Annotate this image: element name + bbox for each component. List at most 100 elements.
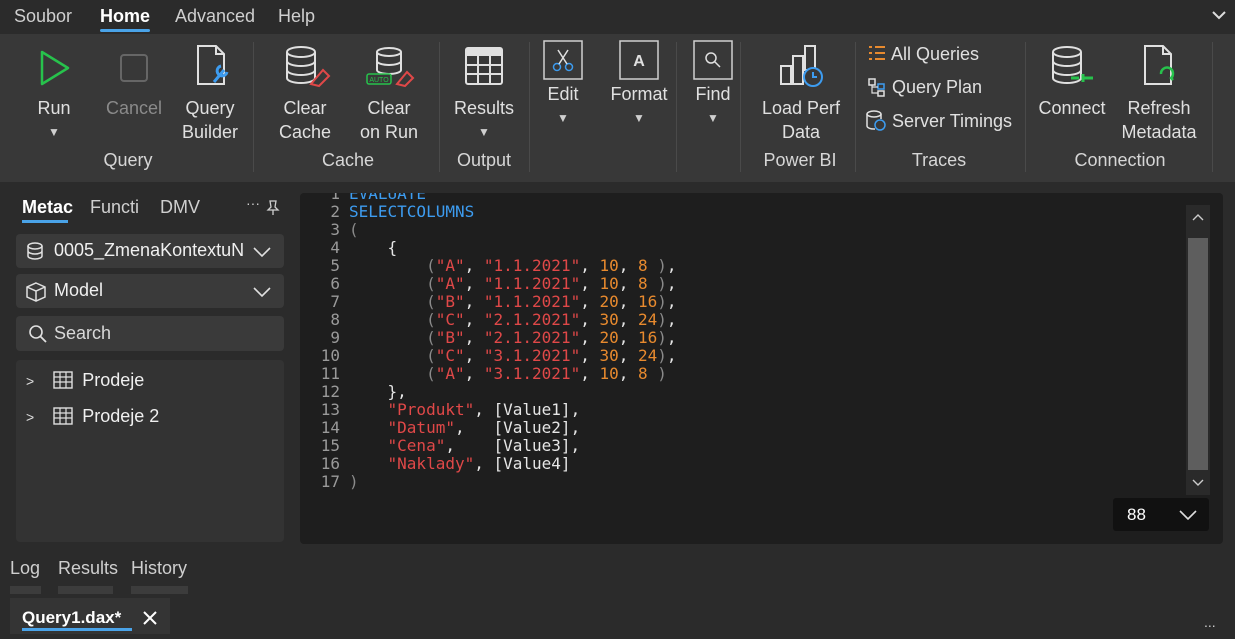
model-name: Model bbox=[54, 280, 104, 300]
database-icon bbox=[27, 242, 43, 260]
close-icon[interactable] bbox=[143, 611, 157, 625]
query-plan-button[interactable]: Query Plan bbox=[867, 77, 982, 98]
tab-indicator bbox=[131, 586, 188, 594]
query-plan-label: Query Plan bbox=[892, 77, 983, 97]
run-dropdown-icon[interactable]: ▼ bbox=[26, 120, 82, 144]
tab-indicator bbox=[58, 586, 113, 594]
code-line[interactable]: SELECTCOLUMNS bbox=[349, 203, 474, 221]
vertical-scrollbar[interactable] bbox=[1186, 205, 1210, 495]
code-line[interactable]: ("C", "3.1.2021", 30, 24), bbox=[349, 347, 676, 365]
code-line[interactable]: ("B", "2.1.2021", 20, 16), bbox=[349, 329, 676, 347]
model-dropdown[interactable]: Model bbox=[16, 274, 284, 308]
refresh-metadata-icon bbox=[1144, 45, 1175, 85]
results-label: Results bbox=[453, 98, 515, 118]
more-icon[interactable]: ... bbox=[1204, 614, 1216, 630]
zoom-dropdown[interactable]: 88 bbox=[1113, 498, 1209, 531]
menu-soubor[interactable]: Soubor bbox=[14, 6, 72, 27]
tab-metadata[interactable]: Metac bbox=[22, 197, 73, 218]
search-box[interactable]: Search bbox=[16, 316, 284, 351]
pin-icon[interactable] bbox=[266, 200, 280, 216]
menu-help[interactable]: Help bbox=[278, 6, 315, 27]
clear-cache-button[interactable]: Clear Cache bbox=[272, 44, 338, 144]
format-label: Format bbox=[610, 84, 668, 104]
chevron-down-icon bbox=[253, 247, 271, 258]
tab-history[interactable]: History bbox=[131, 558, 187, 579]
code-line[interactable]: ("C", "2.1.2021", 30, 24), bbox=[349, 311, 676, 329]
code-line[interactable]: ("A", "3.1.2021", 10, 8 ) bbox=[349, 365, 667, 383]
query-editor[interactable]: 1 EVALUATE 2 SELECTCOLUMNS 3(4 {5 ("A", "1.1… bbox=[300, 193, 1223, 544]
run-button[interactable]: Run ▼ bbox=[26, 44, 82, 144]
code-line[interactable]: "Datum", [Value2], bbox=[349, 419, 581, 437]
active-document-indicator bbox=[22, 628, 132, 631]
query-builder-button[interactable]: Query Builder bbox=[178, 44, 242, 144]
cancel-button[interactable]: Cancel bbox=[104, 44, 164, 120]
code-line[interactable]: ("A", "1.1.2021", 10, 8 ), bbox=[349, 257, 677, 275]
refresh-metadata-label-2: Metadata bbox=[1121, 122, 1197, 142]
document-tab[interactable]: Query1.dax* bbox=[10, 598, 170, 634]
line-number: 15 bbox=[320, 436, 340, 455]
scroll-down-icon[interactable] bbox=[1192, 479, 1204, 487]
code-line[interactable]: ("A", "1.1.2021", 10, 8 ), bbox=[349, 275, 677, 293]
table-icon bbox=[53, 407, 73, 425]
code-line[interactable]: { bbox=[349, 239, 398, 257]
clear-on-run-label-2: on Run bbox=[359, 122, 419, 142]
search-input[interactable]: Search bbox=[54, 323, 111, 344]
code-line[interactable]: ) bbox=[349, 473, 359, 491]
scrollbar-thumb[interactable] bbox=[1188, 238, 1208, 470]
ribbon-separator bbox=[253, 42, 254, 172]
line-number: 11 bbox=[320, 364, 340, 383]
query-builder-label-2: Builder bbox=[181, 122, 239, 142]
code-line[interactable]: "Cena", [Value3], bbox=[349, 437, 581, 455]
find-button[interactable]: Find ▼ bbox=[691, 40, 735, 130]
stop-icon bbox=[120, 54, 148, 82]
results-dropdown-icon[interactable]: ▼ bbox=[452, 120, 516, 144]
edit-button[interactable]: Edit ▼ bbox=[541, 40, 585, 130]
ribbon-separator bbox=[439, 42, 440, 172]
line-number: 14 bbox=[320, 418, 340, 437]
database-name: 0005_ZmenaKontextuN bbox=[54, 240, 245, 260]
ribbon-separator bbox=[529, 42, 530, 172]
active-menu-indicator bbox=[100, 29, 150, 32]
code-line[interactable]: "Naklady", [Value4] bbox=[349, 455, 571, 473]
results-button[interactable]: Results ▼ bbox=[452, 44, 516, 144]
find-dropdown-icon[interactable]: ▼ bbox=[691, 106, 735, 130]
tree-item-prodeje-2[interactable]: > Prodeje 2 bbox=[26, 406, 159, 427]
code-line[interactable]: }, bbox=[349, 383, 407, 401]
database-dropdown[interactable]: 0005_ZmenaKontextuN bbox=[16, 234, 284, 268]
menu-home[interactable]: Home bbox=[100, 6, 150, 27]
tab-dmv[interactable]: DMV bbox=[160, 197, 200, 218]
edit-dropdown-icon[interactable]: ▼ bbox=[541, 106, 585, 130]
code-line[interactable]: ( bbox=[349, 221, 359, 239]
find-icon bbox=[693, 40, 733, 80]
server-timings-button[interactable]: Server Timings bbox=[865, 110, 1012, 132]
ribbon: Run ▼ Cancel Query Builder Query Clear C… bbox=[0, 34, 1235, 182]
tab-functions[interactable]: Functi bbox=[90, 197, 139, 218]
ribbon-separator bbox=[1212, 42, 1213, 172]
refresh-metadata-button[interactable]: Refresh Metadata bbox=[1118, 44, 1200, 144]
more-options-icon[interactable]: ··· bbox=[246, 195, 260, 211]
code-line[interactable]: ("B", "1.1.2021", 20, 16), bbox=[349, 293, 676, 311]
clear-on-run-button[interactable]: AUTO Clear on Run bbox=[356, 44, 422, 144]
line-number: 13 bbox=[320, 400, 340, 419]
tab-log[interactable]: Log bbox=[10, 558, 40, 579]
cancel-label: Cancel bbox=[105, 98, 163, 118]
code-line[interactable]: "Produkt", [Value1], bbox=[349, 401, 581, 419]
tab-results[interactable]: Results bbox=[58, 558, 118, 579]
ribbon-separator bbox=[1025, 42, 1026, 172]
format-dropdown-icon[interactable]: ▼ bbox=[609, 106, 669, 130]
all-queries-icon bbox=[869, 46, 885, 60]
connect-button[interactable]: Connect bbox=[1036, 44, 1108, 120]
menu-advanced[interactable]: Advanced bbox=[175, 6, 255, 27]
scroll-up-icon[interactable] bbox=[1192, 213, 1204, 221]
zoom-value: 88 bbox=[1127, 505, 1146, 524]
all-queries-button[interactable]: All Queries bbox=[867, 44, 979, 65]
table-icon bbox=[53, 371, 73, 389]
expand-icon[interactable]: > bbox=[26, 373, 34, 389]
line-number: 3 bbox=[330, 220, 340, 239]
auto-badge: AUTO bbox=[369, 77, 389, 84]
collapse-ribbon-icon[interactable] bbox=[1212, 10, 1226, 20]
load-perf-data-button[interactable]: Load Perf Data bbox=[758, 44, 844, 144]
format-button[interactable]: A Format ▼ bbox=[609, 40, 669, 130]
tree-item-prodeje[interactable]: > Prodeje bbox=[26, 370, 144, 391]
expand-icon[interactable]: > bbox=[26, 409, 34, 425]
